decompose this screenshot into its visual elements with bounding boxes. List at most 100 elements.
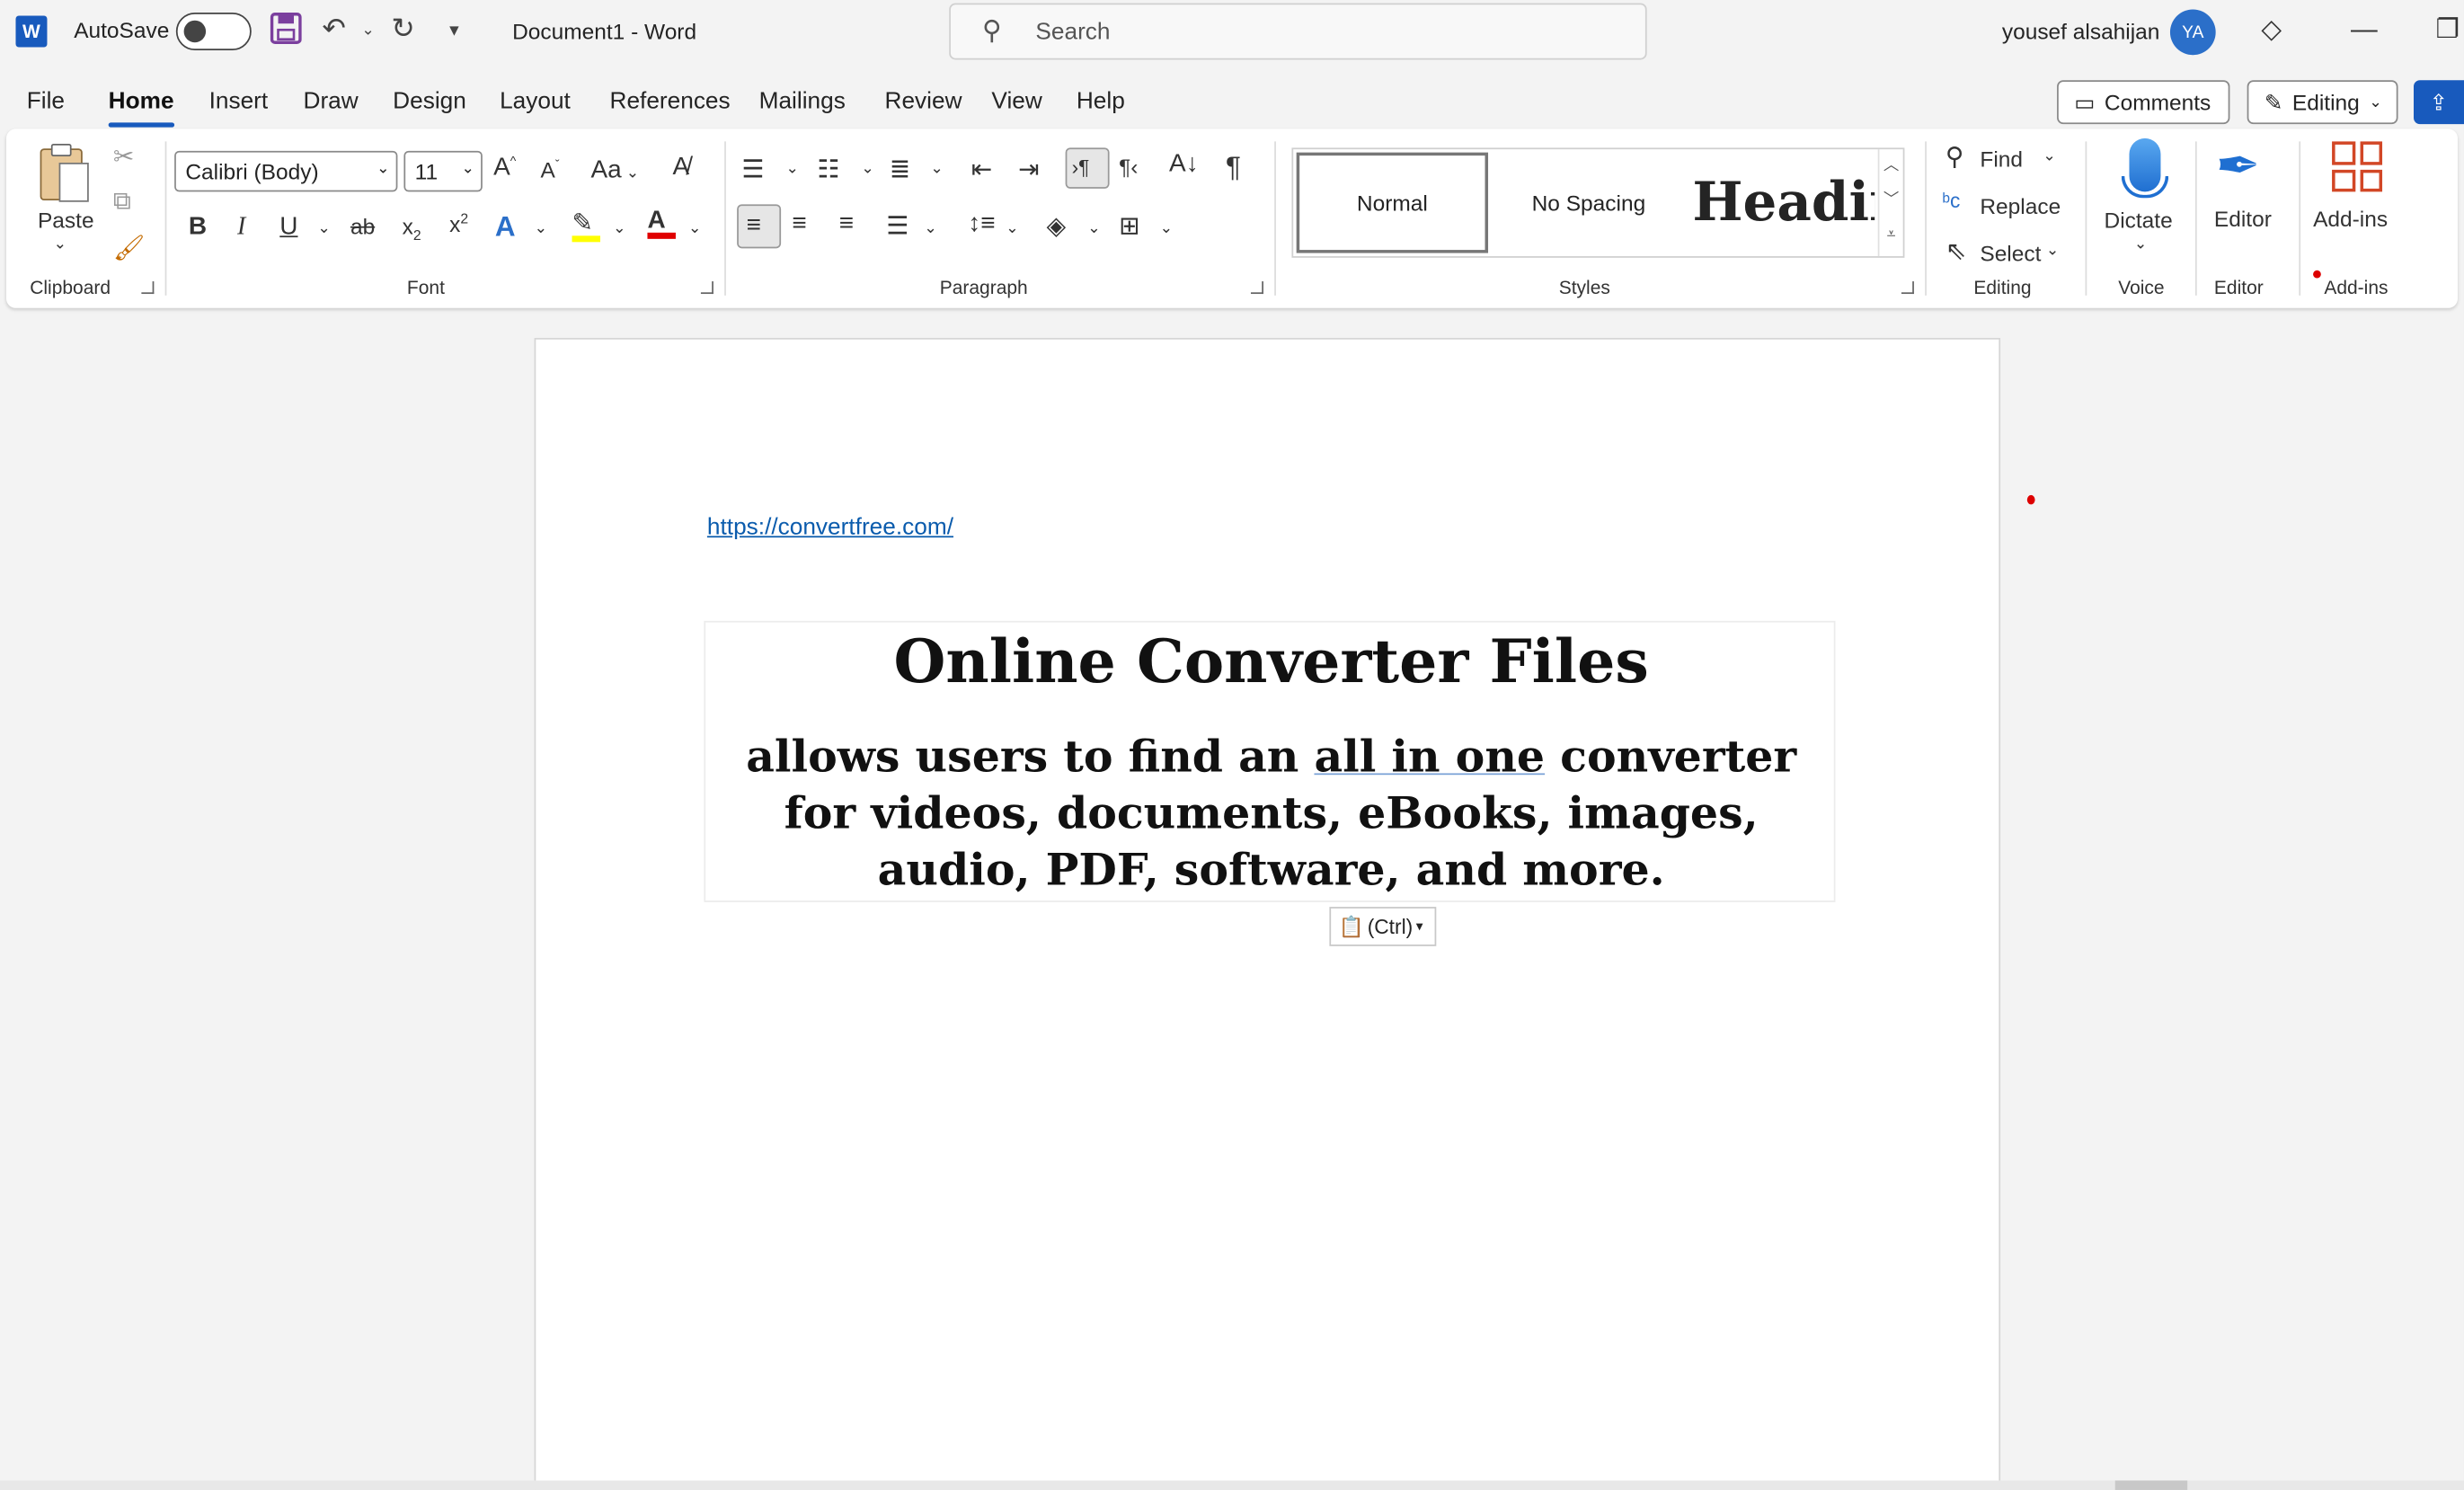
find-icon[interactable]: ⚲ — [1945, 141, 1963, 173]
tab-file[interactable]: File — [27, 88, 65, 115]
italic-icon[interactable]: I — [237, 214, 245, 242]
bold-icon[interactable]: B — [189, 214, 207, 242]
align-right-icon[interactable]: ≡ — [839, 210, 854, 238]
find-dropdown-icon[interactable]: ⌄ — [2043, 147, 2056, 164]
tab-draw[interactable]: Draw — [303, 88, 358, 115]
save-icon[interactable] — [270, 12, 302, 52]
tab-home[interactable]: Home — [109, 88, 174, 115]
strikethrough-icon[interactable]: ab — [350, 214, 375, 239]
text-effects-dropdown-icon[interactable]: ⌄ — [535, 220, 548, 237]
autosave-toggle[interactable] — [175, 12, 252, 50]
share-button[interactable]: ⇪ — [2414, 80, 2464, 125]
find-button[interactable]: Find — [1980, 146, 2023, 172]
select-button[interactable]: Select — [1980, 241, 2041, 266]
ltr-text-direction-icon[interactable]: ›¶ — [1065, 147, 1110, 189]
replace-button[interactable]: Replace — [1980, 193, 2061, 218]
tab-mailings[interactable]: Mailings — [759, 88, 846, 115]
paste-options-button[interactable]: 📋 (Ctrl) ▾ — [1329, 907, 1437, 946]
tab-layout[interactable]: Layout — [500, 88, 571, 115]
decrease-indent-icon[interactable]: ⇤ — [971, 154, 992, 185]
styles-scroll[interactable]: ︿ ﹀ ⩡ — [1877, 149, 1903, 257]
line-spacing-icon[interactable]: ↕≡ — [968, 210, 995, 238]
cut-icon[interactable]: ✂ — [113, 141, 134, 173]
dictate-button[interactable]: Dictate — [2105, 208, 2173, 233]
more-styles-icon[interactable]: ⩡ — [1879, 218, 1902, 253]
align-center-icon[interactable]: ≡ — [792, 210, 806, 238]
tab-insert[interactable]: Insert — [209, 88, 269, 115]
text-effects-icon[interactable]: A — [495, 210, 516, 244]
replace-icon[interactable]: ᵇc — [1942, 189, 1960, 212]
avatar[interactable]: YA — [2169, 9, 2216, 56]
font-color-icon[interactable]: A — [647, 208, 676, 239]
horizontal-scrollbar-thumb[interactable] — [2114, 1480, 2188, 1490]
justify-icon[interactable]: ☰ — [886, 210, 908, 242]
select-dropdown-icon[interactable]: ⌄ — [2046, 242, 2060, 259]
select-cursor-icon[interactable]: ⇖ — [1945, 235, 1966, 267]
copy-icon[interactable]: ⧉ — [113, 189, 131, 217]
scroll-down-icon[interactable]: ﹀ — [1879, 184, 1902, 218]
editing-mode-button[interactable]: ✎ Editing ⌄ — [2247, 80, 2398, 125]
style-normal[interactable]: Normal — [1296, 152, 1489, 253]
tab-design[interactable]: Design — [393, 88, 466, 115]
borders-dropdown-icon[interactable]: ⌄ — [1160, 220, 1174, 237]
font-size-select[interactable]: 11 ⌄ — [403, 150, 483, 192]
justify-dropdown-icon[interactable]: ⌄ — [924, 220, 937, 237]
paste-icon[interactable] — [38, 141, 91, 212]
grow-font-icon[interactable]: A^ — [493, 154, 516, 182]
document-link[interactable]: https://convertfree.com/ — [707, 514, 953, 541]
undo-icon[interactable]: ↶ — [322, 13, 345, 46]
multilevel-list-icon[interactable]: ≣ — [890, 154, 910, 185]
paste-dropdown-icon[interactable]: ⌄ — [53, 235, 66, 253]
addins-button[interactable]: Add-ins — [2313, 206, 2388, 231]
search-box[interactable]: ⚲ Search — [949, 3, 1647, 60]
shading-dropdown-icon[interactable]: ⌄ — [1087, 220, 1101, 237]
rtl-text-direction-icon[interactable]: ¶‹ — [1119, 154, 1138, 179]
tab-view[interactable]: View — [991, 88, 1041, 115]
font-color-dropdown-icon[interactable]: ⌄ — [688, 220, 702, 237]
borders-icon[interactable]: ⊞ — [1119, 210, 1139, 242]
font-name-select[interactable]: Calibri (Body) ⌄ — [174, 150, 398, 192]
styles-launcher-icon[interactable] — [1901, 281, 1914, 295]
redo-icon[interactable]: ↻ — [391, 13, 414, 46]
style-heading[interactable]: Headin — [1686, 153, 1875, 253]
undo-dropdown-icon[interactable]: ⌄ — [361, 22, 375, 39]
multilevel-dropdown-icon[interactable]: ⌄ — [930, 160, 944, 177]
scroll-up-icon[interactable]: ︿ — [1879, 149, 1902, 183]
editor-button[interactable]: Editor — [2214, 206, 2272, 231]
clear-formatting-icon[interactable]: A̸ — [672, 154, 689, 182]
style-no-spacing[interactable]: No Spacing — [1494, 153, 1683, 253]
shading-icon[interactable]: ◈ — [1047, 210, 1067, 242]
dictate-dropdown-icon[interactable]: ⌄ — [2134, 235, 2148, 253]
numbering-dropdown-icon[interactable]: ⌄ — [861, 160, 874, 177]
minimize-icon[interactable]: — — [2351, 14, 2378, 46]
shrink-font-icon[interactable]: Aˇ — [541, 157, 560, 182]
tab-references[interactable]: References — [609, 88, 730, 115]
align-left-icon[interactable]: ≡ — [737, 204, 782, 249]
underline-icon[interactable]: U — [279, 214, 297, 242]
format-painter-icon[interactable]: 🖌 — [113, 233, 146, 264]
editor-pen-icon[interactable]: ✒ — [2216, 135, 2261, 198]
user-name[interactable]: yousef alsahijan — [2002, 19, 2160, 44]
numbering-icon[interactable]: ☷ — [817, 154, 839, 185]
premium-diamond-icon[interactable]: ◇ — [2261, 14, 2282, 46]
bullets-icon[interactable]: ☰ — [741, 154, 764, 185]
customize-toolbar-icon[interactable]: ▾ — [449, 19, 459, 40]
highlight-icon[interactable]: ✎ — [572, 208, 601, 243]
show-formatting-marks-icon[interactable]: ¶ — [1226, 151, 1241, 184]
highlight-dropdown-icon[interactable]: ⌄ — [613, 220, 626, 237]
paragraph-launcher-icon[interactable] — [1250, 281, 1263, 295]
increase-indent-icon[interactable]: ⇥ — [1018, 154, 1039, 185]
font-launcher-icon[interactable] — [700, 281, 713, 295]
tab-review[interactable]: Review — [885, 88, 962, 115]
change-case-button[interactable]: Aa ⌄ — [591, 157, 640, 185]
bullets-dropdown-icon[interactable]: ⌄ — [785, 160, 799, 177]
subscript-icon[interactable]: x2 — [403, 214, 421, 244]
superscript-icon[interactable]: x2 — [449, 210, 468, 236]
line-spacing-dropdown-icon[interactable]: ⌄ — [1006, 220, 1019, 237]
clipboard-launcher-icon[interactable] — [141, 281, 155, 295]
sort-icon[interactable]: A↓ — [1169, 151, 1199, 179]
restore-icon[interactable]: ❐ — [2435, 14, 2460, 46]
document-page[interactable]: https://convertfree.com/ Online Converte… — [534, 338, 2001, 1490]
pasted-content-box[interactable]: Online Converter Files allows users to f… — [704, 620, 1836, 902]
paste-label[interactable]: Paste — [38, 208, 94, 233]
